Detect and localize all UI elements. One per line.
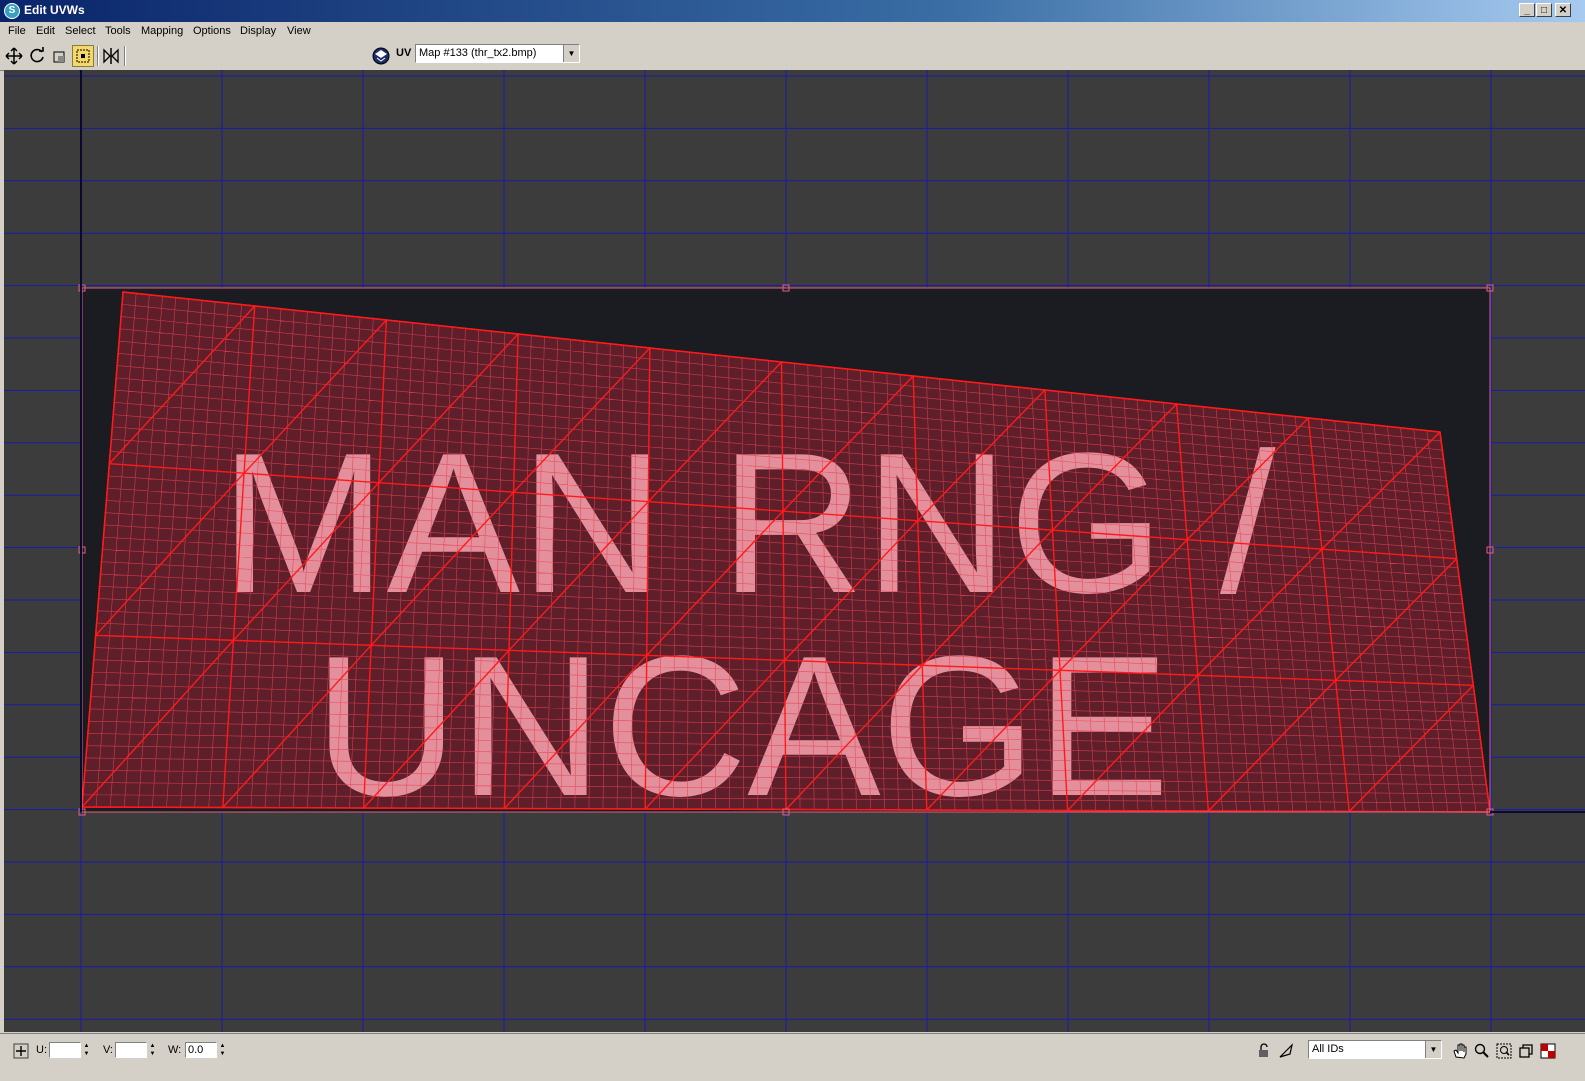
zoom-icon[interactable] xyxy=(1473,1042,1491,1060)
menu-display[interactable]: Display xyxy=(240,25,276,37)
window-title: Edit UVWs xyxy=(24,3,85,17)
pan-hand-icon[interactable] xyxy=(1451,1042,1469,1060)
menu-view[interactable]: View xyxy=(287,25,311,37)
zoom-extents-icon[interactable] xyxy=(1517,1042,1535,1060)
u-field[interactable] xyxy=(49,1042,81,1058)
w-label: W: xyxy=(168,1044,182,1056)
chevron-down-icon[interactable]: ▼ xyxy=(1425,1041,1441,1058)
v-field[interactable] xyxy=(115,1042,147,1058)
close-button[interactable]: ✕ xyxy=(1555,3,1571,17)
uv-label: UV xyxy=(396,47,412,59)
v-spinner[interactable]: ▲ ▼ xyxy=(148,1042,157,1058)
chevron-down-icon[interactable]: ▼ xyxy=(563,45,579,62)
toolbar-separator xyxy=(124,46,126,66)
menu-tools[interactable]: Tools xyxy=(105,25,131,37)
toolbar-separator xyxy=(97,46,99,66)
lock-icon[interactable] xyxy=(1254,1042,1272,1060)
id-filter-value: All IDs xyxy=(1312,1043,1344,1055)
freeform-icon[interactable] xyxy=(72,45,94,67)
scale-icon[interactable] xyxy=(49,45,71,67)
uv-viewport[interactable]: MAN RNG / UNCAGE xyxy=(4,70,1585,1032)
toolbar xyxy=(0,42,1585,71)
move-icon[interactable] xyxy=(3,45,25,67)
title-bar: S Edit UVWs _ □ ✕ xyxy=(0,0,1585,22)
w-field[interactable]: 0.0 xyxy=(185,1042,217,1058)
menu-file[interactable]: File xyxy=(8,25,26,37)
uv-canvas[interactable]: MAN RNG / UNCAGE xyxy=(4,70,1585,1032)
map-selector-value: Map #133 (thr_tx2.bmp) xyxy=(419,47,537,59)
menu-edit[interactable]: Edit xyxy=(36,25,55,37)
menu-bar: File Edit Select Tools Mapping Options D… xyxy=(0,22,1585,42)
minimize-button[interactable]: _ xyxy=(1519,3,1535,17)
w-spinner[interactable]: ▲ ▼ xyxy=(218,1042,227,1058)
id-filter-select[interactable]: All IDs ▼ xyxy=(1308,1040,1442,1059)
checker-icon[interactable] xyxy=(1539,1042,1557,1060)
menu-mapping[interactable]: Mapping xyxy=(141,25,183,37)
menu-options[interactable]: Options xyxy=(193,25,231,37)
menu-select[interactable]: Select xyxy=(65,25,96,37)
texture-checker-icon[interactable] xyxy=(371,46,393,68)
app-icon: S xyxy=(4,3,20,19)
map-selector[interactable]: Map #133 (thr_tx2.bmp) ▼ xyxy=(415,44,580,63)
transform-mode-icon[interactable] xyxy=(12,1042,30,1060)
u-spinner[interactable]: ▲ ▼ xyxy=(82,1042,91,1058)
mirror-icon[interactable] xyxy=(100,45,122,67)
v-label: V: xyxy=(103,1044,113,1056)
status-bar: U: ▲ ▼ V: ▲ ▼ W: 0.0 ▲ ▼ All IDs ▼ xyxy=(0,1033,1585,1081)
rotate-icon[interactable] xyxy=(26,45,48,67)
u-label: U: xyxy=(36,1044,47,1056)
zoom-region-icon[interactable] xyxy=(1495,1042,1513,1060)
maximize-button[interactable]: □ xyxy=(1536,3,1552,17)
paint-icon[interactable] xyxy=(1277,1042,1295,1060)
